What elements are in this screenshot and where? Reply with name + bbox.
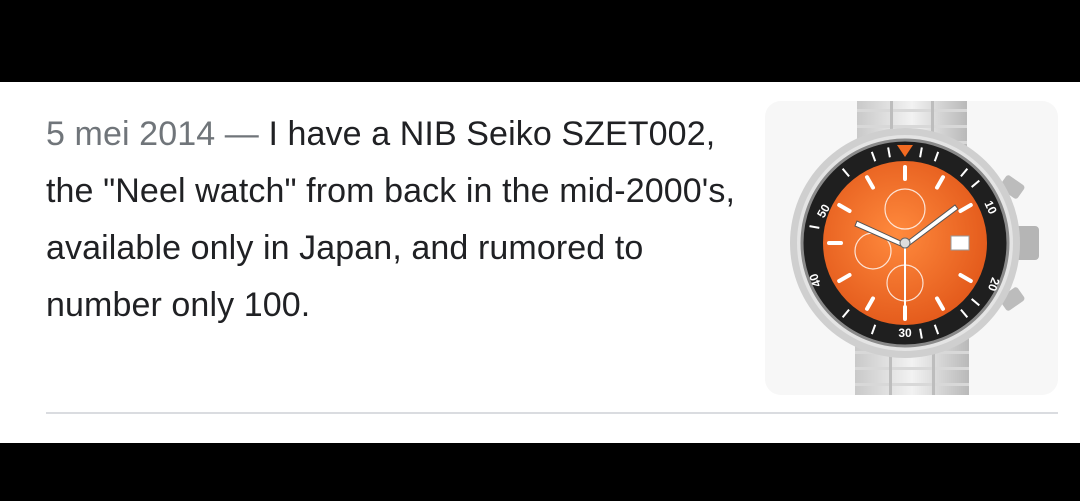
result-date: 5 mei 2014 [46, 115, 216, 153]
date-window [950, 235, 970, 251]
result-thumbnail[interactable]: 50 40 30 20 10 [765, 101, 1058, 395]
wristwatch-image: 50 40 30 20 10 [790, 101, 1039, 395]
search-result-card[interactable]: 5 mei 2014 — I have a NIB Seiko SZET002,… [0, 82, 1080, 443]
result-snippet: 5 mei 2014 — I have a NIB Seiko SZET002,… [46, 106, 736, 334]
date-separator: — [215, 115, 269, 153]
top-black-bar [0, 0, 1080, 82]
bottom-black-bar [0, 443, 1080, 501]
result-divider [46, 412, 1058, 414]
bezel-number-30: 30 [898, 326, 912, 340]
